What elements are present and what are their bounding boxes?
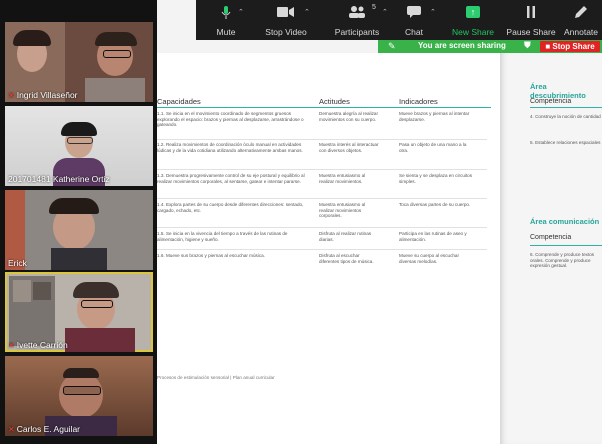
stop-share-button[interactable]: ■ Stop Share bbox=[540, 41, 600, 52]
chevron-up-icon[interactable]: ⌃ bbox=[238, 8, 244, 16]
actitud-cell: Muestra entusiasmo al realizar movimient… bbox=[319, 173, 366, 184]
row-divider bbox=[157, 227, 487, 228]
chevron-up-icon[interactable]: ⌃ bbox=[304, 8, 310, 16]
header-divider bbox=[157, 107, 491, 108]
row-divider bbox=[157, 198, 487, 199]
header-indicadores: Indicadores bbox=[399, 97, 438, 106]
pen-icon: ✎ bbox=[388, 41, 396, 51]
indicador-cell: Pasa un objeto de una mano a la otra. bbox=[399, 142, 467, 153]
mute-button[interactable]: ⌃ Mute bbox=[206, 0, 246, 40]
document-side-page bbox=[500, 53, 602, 444]
video-gallery: ✕ Ingrid Villaseñor 201701481 Katherine O… bbox=[0, 0, 157, 444]
chevron-up-icon[interactable]: ⌃ bbox=[430, 8, 436, 16]
capacidad-cell: 1.5. Se inicia en la vivencia del tiempo… bbox=[157, 231, 288, 242]
video-tile-erick[interactable]: Erick bbox=[5, 190, 153, 270]
share-screen-icon: ↑ bbox=[466, 6, 480, 18]
competencia-divider bbox=[530, 245, 602, 246]
chevron-up-icon[interactable]: ⌃ bbox=[382, 8, 388, 16]
row-divider bbox=[157, 139, 487, 140]
mic-muted-icon: ✕ bbox=[8, 341, 15, 350]
competencia-heading: Competencia bbox=[530, 98, 572, 105]
header-actitudes: Actitudes bbox=[319, 97, 350, 106]
video-tile-carlos[interactable]: ✕ Carlos E. Aguilar bbox=[5, 356, 153, 436]
actitud-cell: Demuestra alegría al realizar movimiento… bbox=[319, 111, 378, 122]
indicador-cell: Se sienta y se desplaza en circuitos sim… bbox=[399, 173, 473, 184]
document-footer: Procesos de estimulación sensorial | Pla… bbox=[157, 375, 275, 380]
pause-share-button[interactable]: Pause Share bbox=[506, 0, 556, 40]
actitud-cell: Muestra entusiasmo al realizar movimient… bbox=[319, 202, 366, 219]
indicador-cell: Mueve brazos y piernas al intentar despl… bbox=[399, 111, 470, 122]
competencia-item: 5. Establece relaciones espaciales bbox=[530, 140, 601, 145]
chat-button[interactable]: ⌃ Chat bbox=[396, 0, 436, 40]
participant-name: Erick bbox=[8, 258, 27, 268]
indicador-cell: Toca diversas partes de su cuerpo. bbox=[399, 202, 471, 207]
area-comunicacion-title: Área comunicación bbox=[530, 217, 600, 226]
mic-muted-icon: ✕ bbox=[8, 425, 15, 434]
participants-count: 5 bbox=[372, 4, 376, 11]
video-tile-ivette[interactable]: ✕ Ivette Carrión bbox=[5, 272, 153, 352]
shared-document: Capacidades Actitudes Indicadores 1.1. S… bbox=[157, 53, 602, 444]
participant-name: ✕ Ingrid Villaseñor bbox=[8, 90, 78, 100]
microphone-icon bbox=[221, 6, 231, 22]
competencia-item: 6. Comprende y produce textos orales. Co… bbox=[530, 252, 595, 269]
video-tile-ingrid[interactable]: ✕ Ingrid Villaseñor bbox=[5, 22, 153, 102]
stop-video-button[interactable]: ⌃ Stop Video bbox=[256, 0, 316, 40]
competencia-item: 4. Construye la noción de cantidad bbox=[530, 114, 601, 119]
capacidad-cell: 1.2. Realiza movimientos de coordinación… bbox=[157, 142, 303, 153]
new-share-button[interactable]: ↑ New Share bbox=[448, 0, 498, 40]
meeting-toolbar: ⌃ Mute ⌃ Stop Video 5 ⌃ Participants ⌃ C… bbox=[196, 0, 602, 40]
chat-icon bbox=[407, 6, 421, 21]
actitud-cell: Muestra interés al interactuar con diver… bbox=[319, 142, 379, 153]
video-tile-katherine[interactable]: 201701481 Katherine Ortiz bbox=[5, 106, 153, 186]
capacidad-cell: 1.3. Demuestra progresivamente control d… bbox=[157, 173, 305, 184]
row-divider bbox=[157, 169, 487, 170]
header-capacidades: Capacidades bbox=[157, 97, 201, 106]
pencil-icon bbox=[575, 6, 587, 20]
capacidad-cell: 1.1. Se inicia en el movimiento coordina… bbox=[157, 111, 304, 128]
screen-sharing-banner: ✎ You are screen sharing ⛊ ■ Stop Share bbox=[378, 40, 602, 53]
sharing-status-text: You are screen sharing bbox=[418, 41, 506, 50]
mic-muted-icon: ✕ bbox=[8, 91, 15, 100]
participants-button[interactable]: 5 ⌃ Participants bbox=[322, 0, 392, 40]
competencia-divider bbox=[530, 107, 602, 108]
document-page: Capacidades Actitudes Indicadores 1.1. S… bbox=[157, 53, 500, 444]
indicador-cell: Mueve su cuerpo al escuchar diversas mel… bbox=[399, 253, 460, 264]
row-divider bbox=[157, 249, 487, 250]
participant-name: 201701481 Katherine Ortiz bbox=[8, 174, 110, 184]
actitud-cell: Disfruta al escuchar diferentes tipos de… bbox=[319, 253, 374, 264]
participant-name: ✕ Carlos E. Aguilar bbox=[8, 424, 81, 434]
participants-icon bbox=[348, 6, 366, 20]
pause-icon bbox=[526, 6, 536, 20]
shield-icon: ⛊ bbox=[524, 40, 531, 50]
annotate-button[interactable]: Annotate bbox=[562, 0, 600, 40]
competencia-heading: Competencia bbox=[530, 234, 572, 241]
video-camera-icon bbox=[277, 6, 295, 20]
participant-name: ✕ Ivette Carrión bbox=[8, 340, 68, 350]
capacidad-cell: 1.4. Explora partes de su cuerpo desde d… bbox=[157, 202, 304, 213]
capacidad-cell: 1.6. Mueve sus brazos y piernas al escuc… bbox=[157, 253, 266, 258]
indicador-cell: Participa en las rutinas de aseo y alime… bbox=[399, 231, 467, 242]
actitud-cell: Disfruta al realizar rutinas diarias. bbox=[319, 231, 372, 242]
